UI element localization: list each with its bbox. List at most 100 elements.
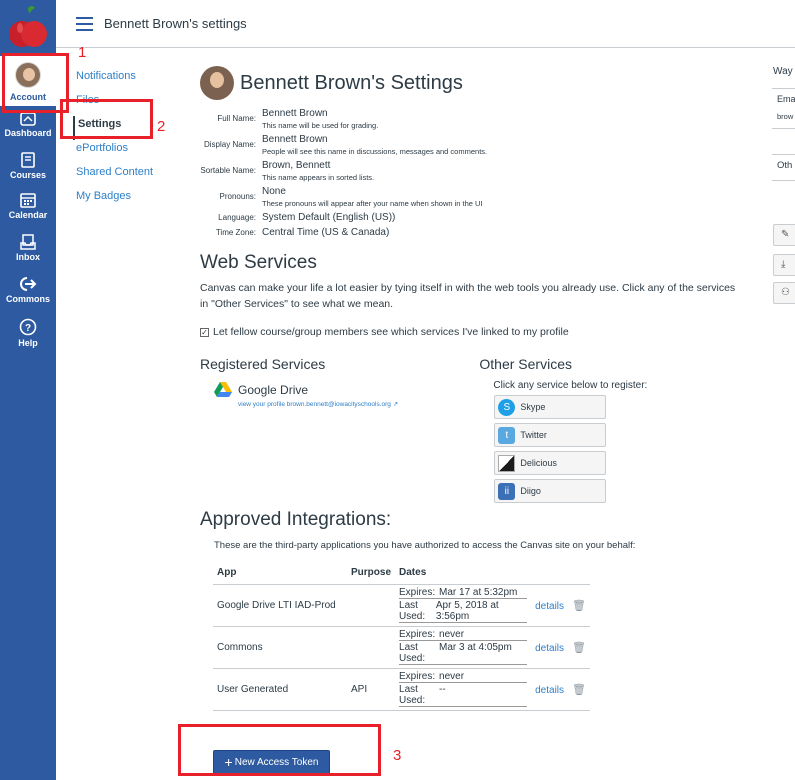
- share-services-checkbox-row[interactable]: ✓ Let fellow course/group members see wh…: [200, 326, 745, 338]
- details-link[interactable]: details: [535, 685, 564, 696]
- settings-main: Bennett Brown's Settings Full Name: Benn…: [200, 64, 745, 711]
- table-header-row: App Purpose Dates: [213, 561, 590, 585]
- profile-label: Pronouns:: [219, 192, 256, 201]
- subnav-notifications[interactable]: Notifications: [76, 68, 176, 92]
- divider: [772, 180, 795, 181]
- table-row: Commons Expires: never Last Used: Mar 3 at…: [213, 626, 590, 669]
- integrations-description: These are the third-party applications y…: [214, 540, 636, 551]
- nav-calendar[interactable]: Calendar: [0, 192, 56, 220]
- table-row: Google Drive LTI IAD-Prod Expires: Mar 17…: [213, 584, 590, 627]
- profile-row-language: Language: System Default (English (US)): [200, 212, 745, 223]
- annotation-number-2: 2: [157, 118, 166, 135]
- edit-settings-button[interactable]: ✎: [773, 224, 795, 246]
- profile-label: Full Name:: [217, 114, 256, 123]
- courses-icon: [21, 152, 35, 168]
- profile-row-time-zone: Time Zone: Central Time (US & Canada): [200, 227, 745, 238]
- global-nav: Account Dashboard Courses Calendar Inbox…: [0, 0, 56, 780]
- share-services-checkbox[interactable]: ✓: [200, 327, 209, 337]
- app-dates: Expires: never Last Used: Mar 3 at 4:05pm: [395, 626, 532, 669]
- profile-link-text[interactable]: view your profile brown.bennett@iowacity…: [238, 401, 391, 408]
- right-panel: Way Ema brow Oth ✎ ⤓ ⚇: [772, 60, 795, 320]
- skype-icon: S: [498, 398, 516, 416]
- user-icon: ⚇: [781, 287, 790, 298]
- commons-icon: [20, 277, 37, 291]
- apple-logo[interactable]: [8, 4, 48, 52]
- last-used-value: --: [439, 684, 446, 695]
- app-dates: Expires: Mar 17 at 5:32pm Last Used: Apr 5…: [395, 584, 532, 627]
- nav-help-label: Help: [18, 338, 38, 348]
- subnav-eportfolios[interactable]: ePortfolios: [76, 140, 176, 164]
- profile-value: System Default (English (US)): [262, 212, 396, 223]
- nav-dashboard[interactable]: Dashboard: [0, 112, 56, 138]
- expires-label: Expires:: [399, 671, 436, 682]
- profile-value: Brown, Bennett: [262, 160, 331, 171]
- google-drive-profile-link[interactable]: view your profile brown.bennett@iowacity…: [238, 400, 479, 408]
- profile-details: Full Name: Bennett Brown This name will …: [200, 108, 745, 238]
- web-services-description: Canvas can make your life a lot easier b…: [200, 282, 736, 310]
- expires-label: Expires:: [399, 587, 436, 598]
- web-services-heading: Web Services: [200, 252, 317, 273]
- help-icon: ?: [19, 318, 37, 336]
- breadcrumb[interactable]: Bennett Brown's settings: [104, 16, 247, 31]
- twitter-icon: t: [498, 426, 516, 444]
- subnav-my-badges[interactable]: My Badges: [76, 188, 176, 212]
- email-value[interactable]: brow: [777, 112, 793, 121]
- profile-hint: This name will be used for grading.: [262, 121, 379, 130]
- nav-courses[interactable]: Courses: [0, 152, 56, 180]
- table-row: User Generated API Expires: never Last Us…: [213, 668, 590, 711]
- annotation-number-3: 3: [393, 747, 402, 764]
- email-label: Ema: [777, 94, 795, 104]
- registered-google-drive: Google Drive: [214, 382, 479, 398]
- row-actions: details 🗑: [531, 626, 590, 669]
- nav-inbox[interactable]: Inbox: [0, 234, 56, 262]
- app-name: Google Drive LTI IAD-Prod: [213, 584, 347, 627]
- nav-calendar-label: Calendar: [8, 210, 48, 220]
- hamburger-menu-icon[interactable]: [76, 17, 93, 35]
- nav-commons[interactable]: Commons: [0, 276, 56, 304]
- twitter-label: Twitter: [520, 430, 547, 440]
- profile-avatar[interactable]: [200, 66, 234, 100]
- profile-row-display-name: Display Name: Bennett Brown People will …: [200, 134, 745, 156]
- delicious-service-button[interactable]: Delicious: [494, 451, 607, 475]
- profile-label: Display Name:: [203, 140, 256, 149]
- twitter-service-button[interactable]: t Twitter: [494, 423, 607, 447]
- expires-value: never: [439, 629, 465, 640]
- profile-value: Bennett Brown: [262, 134, 328, 145]
- services-section: Registered Services Google Drive view yo…: [200, 356, 745, 507]
- profile-row-full-name: Full Name: Bennett Brown This name will …: [200, 108, 745, 130]
- app-purpose: API: [347, 668, 396, 711]
- calendar-icon: [20, 193, 36, 208]
- trash-icon[interactable]: 🗑: [572, 684, 586, 696]
- skype-service-button[interactable]: S Skype: [494, 395, 607, 419]
- annotation-box-2: [60, 99, 153, 139]
- top-bar: Bennett Brown's settings: [56, 0, 795, 48]
- last-used-value: Mar 3 at 4:05pm: [439, 642, 512, 653]
- diigo-service-button[interactable]: ii Diigo: [494, 479, 607, 503]
- row-actions: details 🗑: [531, 668, 590, 711]
- trash-icon[interactable]: 🗑: [572, 642, 586, 654]
- other-services-heading: Other Services: [479, 356, 572, 372]
- app-name: Commons: [213, 626, 347, 669]
- registered-services: Registered Services Google Drive view yo…: [200, 356, 479, 507]
- details-link[interactable]: details: [535, 601, 564, 612]
- app-purpose: [347, 626, 396, 669]
- app-purpose: [347, 584, 396, 627]
- last-used-value: Apr 5, 2018 at 3:56pm: [435, 600, 499, 622]
- diigo-icon: ii: [498, 482, 516, 500]
- annotation-box-1: [2, 53, 69, 113]
- other-services-help: Click any service below to register:: [493, 380, 648, 391]
- pencil-icon: ✎: [781, 229, 790, 240]
- inbox-icon: [20, 234, 36, 250]
- nav-help[interactable]: ? Help: [0, 318, 56, 348]
- subnav-shared-content[interactable]: Shared Content: [76, 164, 176, 188]
- account-subnav: Notifications Files Settings ePortfolios…: [73, 68, 176, 212]
- annotation-number-1: 1: [78, 44, 87, 61]
- download-submissions-button[interactable]: ⤓: [773, 254, 795, 276]
- nav-dashboard-label: Dashboard: [4, 128, 52, 138]
- profile-label: Sortable Name:: [200, 166, 256, 175]
- user-account-button[interactable]: ⚇: [773, 282, 795, 304]
- page-title: Bennett Brown's Settings: [240, 71, 463, 94]
- trash-icon[interactable]: 🗑: [572, 600, 586, 612]
- details-link[interactable]: details: [535, 643, 564, 654]
- nav-courses-label: Courses: [9, 170, 46, 180]
